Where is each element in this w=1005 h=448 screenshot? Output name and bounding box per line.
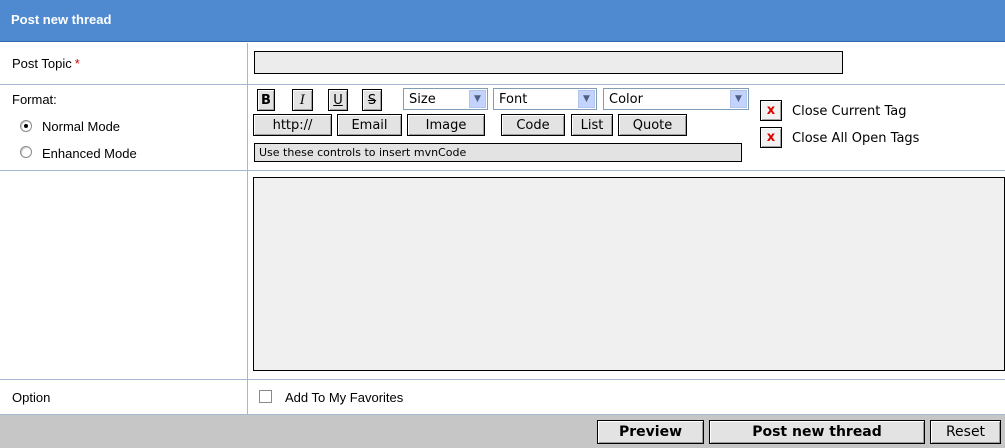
column-divider [247,43,248,414]
strikethrough-button[interactable]: S [362,89,382,111]
color-select-value: Color [609,92,643,107]
image-button[interactable]: Image [407,114,485,136]
normal-mode-label: Normal Mode [42,119,121,134]
row-divider [0,170,1005,171]
form-header: Post new thread [0,0,1005,42]
form-title: Post new thread [11,12,112,27]
underline-button[interactable]: U [328,89,348,111]
close-all-tags-label: Close All Open Tags [792,131,920,146]
size-select[interactable]: Size ▼ [403,88,488,110]
required-mark: * [74,56,80,71]
option-label: Option [12,390,51,405]
list-button[interactable]: List [571,114,613,136]
toolbar-hint: Use these controls to insert mvnCode [254,143,742,162]
chevron-down-icon: ▼ [469,90,486,108]
enhanced-mode-radio[interactable] [20,146,32,158]
post-thread-form: Post new thread Post Topic * Format: Norm… [0,0,1005,448]
normal-mode-radio[interactable] [20,120,32,132]
chevron-down-icon: ▼ [730,90,747,108]
row-divider [0,84,1005,85]
post-topic-label: Post Topic * [12,56,80,71]
preview-button[interactable]: Preview [597,420,704,444]
close-current-tag-button[interactable]: x [760,100,782,121]
size-select-value: Size [409,92,436,107]
http-button[interactable]: http:// [253,114,332,136]
post-thread-button[interactable]: Post new thread [709,420,925,444]
font-select[interactable]: Font ▼ [493,88,597,110]
add-to-favorites-label: Add To My Favorites [285,390,404,405]
row-divider [0,379,1005,380]
bold-button[interactable]: B [257,89,275,111]
color-select[interactable]: Color ▼ [603,88,749,110]
post-topic-label-text: Post Topic [12,56,72,71]
quote-button[interactable]: Quote [618,114,687,136]
enhanced-mode-label: Enhanced Mode [42,146,137,161]
format-label: Format: [12,92,57,107]
font-select-value: Font [499,92,528,107]
post-topic-input[interactable] [254,51,843,74]
italic-button[interactable]: I [292,89,313,111]
chevron-down-icon: ▼ [578,90,595,108]
close-all-tags-button[interactable]: x [760,127,782,148]
add-to-favorites-checkbox[interactable] [259,390,272,403]
code-button[interactable]: Code [501,114,565,136]
reset-button[interactable]: Reset [930,420,1001,444]
email-button[interactable]: Email [337,114,402,136]
close-current-tag-label: Close Current Tag [792,104,907,119]
message-textarea[interactable] [253,177,1005,371]
